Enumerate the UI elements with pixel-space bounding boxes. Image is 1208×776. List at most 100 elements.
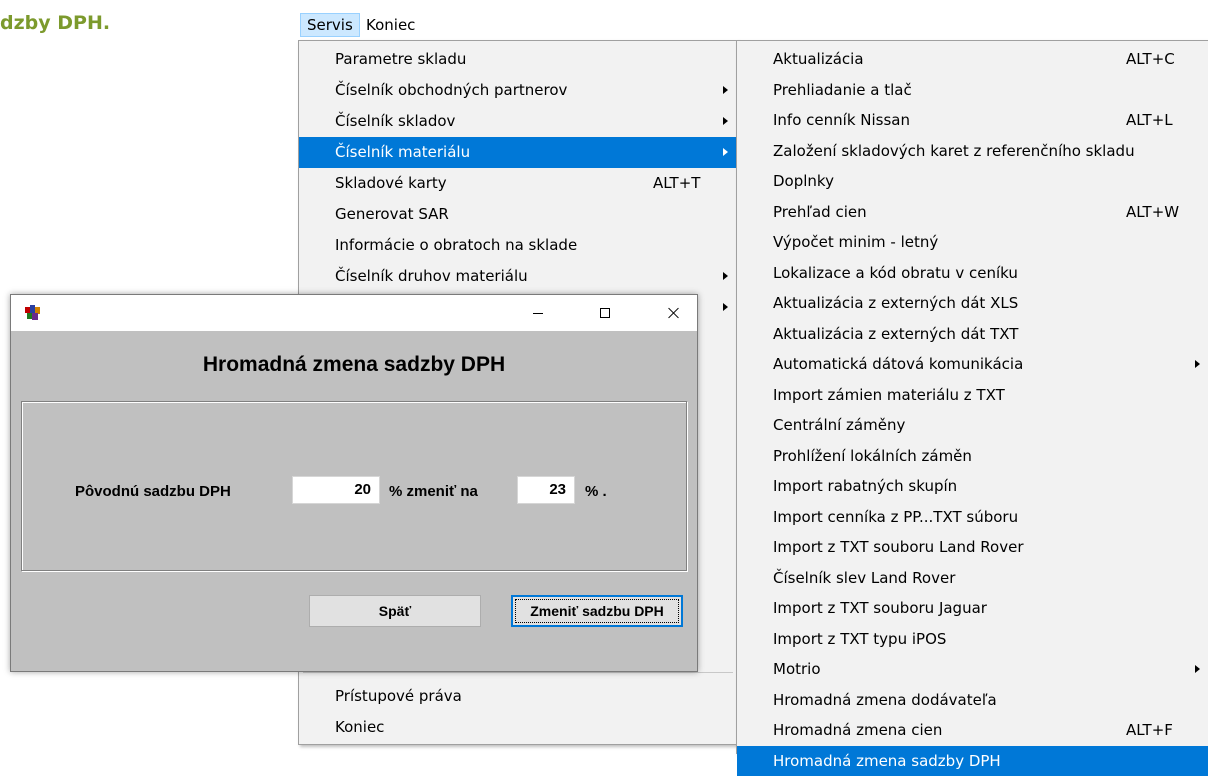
menu-item-label: Aktualizácia z externých dát XLS	[773, 288, 1018, 319]
menu-item-label: Automatická dátová komunikácia	[773, 349, 1023, 380]
menu-item-label: Parametre skladu	[335, 44, 466, 75]
submenu-item-aktualizacia[interactable]: Aktualizácia ALT+C	[737, 44, 1208, 75]
submenu-item-import-zamien-materialu-z-txt[interactable]: Import zámien materiálu z TXT	[737, 380, 1208, 411]
submenu-item-import-z-txt-typu-ipos[interactable]: Import z TXT typu iPOS	[737, 624, 1208, 655]
submenu-item-aktualizacia-z-externych-dat-xls[interactable]: Aktualizácia z externých dát XLS	[737, 288, 1208, 319]
chevron-right-icon	[1195, 665, 1200, 673]
menu-item-label: Lokalizace a kód obratu v ceníku	[773, 258, 1018, 289]
menu-item-label: Info cenník Nissan	[773, 105, 910, 136]
menu-item-label: Koniec	[335, 712, 384, 743]
menu-item-label: Informácie o obratoch na sklade	[335, 230, 577, 261]
menu-item-label: Prohlížení lokálních záměn	[773, 441, 972, 472]
submenu-item-aktualizacia-z-externych-dat-txt[interactable]: Aktualizácia z externých dát TXT	[737, 319, 1208, 350]
menu-item-label: Centrální záměny	[773, 410, 905, 441]
percent-suffix: % .	[585, 483, 607, 500]
submenu-item-hromadna-zmena-sadzby-dph[interactable]: Hromadná zmena sadzby DPH	[737, 746, 1208, 776]
chevron-right-icon	[1195, 360, 1200, 368]
app-icon	[25, 305, 41, 321]
menu-item-label: Skladové karty	[335, 168, 447, 199]
menu-item-label: Motrio	[773, 654, 821, 685]
submenu-item-hromadna-zmena-cien[interactable]: Hromadná zmena cien ALT+F	[737, 715, 1208, 746]
menu-item-label: Prehľad cien	[773, 197, 867, 228]
menu-separator	[303, 672, 733, 673]
menu-item-label: Generovat SAR	[335, 199, 449, 230]
menu-item-shortcut: ALT+C	[1126, 44, 1175, 75]
vat-change-dialog: Hromadná zmena sadzby DPH Pôvodnú sadzbu…	[10, 294, 698, 672]
material-submenu: Aktualizácia ALT+C Prehliadanie a tlačInfo…	[736, 40, 1208, 754]
servis-item-ciselnik-materialu[interactable]: Číselník materiálu	[299, 137, 737, 168]
menu-item-shortcut: ALT+F	[1126, 715, 1173, 746]
submenu-item-prehlad-cien[interactable]: Prehľad cien ALT+W	[737, 197, 1208, 228]
chevron-right-icon	[723, 117, 728, 125]
original-rate-label: Pôvodnú sadzbu DPH	[75, 483, 231, 500]
chevron-right-icon	[723, 272, 728, 280]
menu-item-label: Aktualizácia z externých dát TXT	[773, 319, 1018, 350]
change-vat-button-label: Zmeniť sadzbu DPH	[530, 603, 664, 619]
submenu-item-vypocet-minim-letny[interactable]: Výpočet minim - letný	[737, 227, 1208, 258]
menu-item-label: Výpočet minim - letný	[773, 227, 938, 258]
menu-item-shortcut: ALT+W	[1126, 197, 1179, 228]
servis-item-skladove-karty[interactable]: Skladové karty ALT+T	[299, 168, 737, 199]
original-rate-input[interactable]: 20	[292, 476, 380, 504]
submenu-item-import-cennika-z-pp-txt-suboru[interactable]: Import cenníka z PP...TXT súboru	[737, 502, 1208, 533]
menu-item-label: Import z TXT souboru Land Rover	[773, 532, 1023, 563]
submenu-item-zalozeni-skladovych-karet-z-referencniho-skladu[interactable]: Založení skladových karet z referenčního…	[737, 136, 1208, 167]
menu-item-label: Hromadná zmena cien	[773, 715, 942, 746]
menu-item-label: Import cenníka z PP...TXT súboru	[773, 502, 1018, 533]
servis-item-ciselnik-obchodnych-partnerov[interactable]: Číselník obchodných partnerov	[299, 75, 737, 106]
submenu-item-centralni-zameny[interactable]: Centrální záměny	[737, 410, 1208, 441]
servis-item-pristupove-prava[interactable]: Prístupové práva	[299, 681, 737, 712]
submenu-item-lokalizace-a-kod-obratu-v-ceniku[interactable]: Lokalizace a kód obratu v ceníku	[737, 258, 1208, 289]
menu-item-label: Číselník slev Land Rover	[773, 563, 955, 594]
maximize-icon[interactable]	[583, 295, 629, 331]
chevron-right-icon	[723, 86, 728, 94]
menu-item-label: Číselník materiálu	[335, 137, 470, 168]
back-button[interactable]: Späť	[309, 595, 481, 627]
submenu-item-automaticka-datova-komunikacia[interactable]: Automatická dátová komunikácia	[737, 349, 1208, 380]
menu-item-shortcut: ALT+L	[1126, 105, 1173, 136]
document-title-fragment: dzby DPH.	[0, 12, 110, 34]
submenu-item-import-z-txt-souboru-land-rover[interactable]: Import z TXT souboru Land Rover	[737, 532, 1208, 563]
submenu-item-ciselnik-slev-land-rover[interactable]: Číselník slev Land Rover	[737, 563, 1208, 594]
change-to-label: % zmeniť na	[389, 483, 478, 500]
close-icon[interactable]	[651, 295, 697, 331]
submenu-item-doplnky[interactable]: Doplnky	[737, 166, 1208, 197]
menu-servis[interactable]: Servis	[300, 13, 360, 37]
menu-item-label: Prístupové práva	[335, 681, 462, 712]
chevron-right-icon	[723, 303, 728, 311]
menu-item-label: Hromadná zmena dodávateľa	[773, 685, 997, 716]
menu-item-label: Číselník obchodných partnerov	[335, 75, 567, 106]
submenu-item-motrio[interactable]: Motrio	[737, 654, 1208, 685]
menu-item-label: Hromadná zmena sadzby DPH	[773, 746, 1001, 776]
submenu-item-hromadna-zmena-dodavatela[interactable]: Hromadná zmena dodávateľa	[737, 685, 1208, 716]
menu-item-label: Založení skladových karet z referenčního…	[773, 136, 1135, 167]
servis-item-informacie-o-obratoch-na-sklade[interactable]: Informácie o obratoch na sklade	[299, 230, 737, 261]
change-vat-button[interactable]: Zmeniť sadzbu DPH	[511, 595, 683, 627]
servis-item-ciselnik-druhov-materialu[interactable]: Číselník druhov materiálu	[299, 261, 737, 292]
menu-item-label: Číselník druhov materiálu	[335, 261, 528, 292]
menu-item-label: Import rabatných skupín	[773, 471, 957, 502]
dialog-titlebar	[11, 295, 697, 331]
menu-bar: Servis Koniec	[297, 12, 737, 38]
menu-koniec[interactable]: Koniec	[360, 14, 421, 36]
menu-item-shortcut: ALT+T	[653, 168, 700, 199]
submenu-item-prohlizeni-lokalnich-zamen[interactable]: Prohlížení lokálních záměn	[737, 441, 1208, 472]
menu-item-label: Prehliadanie a tlač	[773, 75, 912, 106]
servis-item-koniec[interactable]: Koniec	[299, 712, 737, 743]
submenu-item-prehliadanie-a-tlac[interactable]: Prehliadanie a tlač	[737, 75, 1208, 106]
servis-item-generovat-sar[interactable]: Generovat SAR	[299, 199, 737, 230]
new-rate-input[interactable]: 23	[517, 476, 575, 504]
servis-item-ciselnik-skladov[interactable]: Číselník skladov	[299, 106, 737, 137]
vat-rate-group: Pôvodnú sadzbu DPH 20 % zmeniť na 23 % .	[21, 401, 687, 571]
servis-item-parametre-skladu[interactable]: Parametre skladu	[299, 44, 737, 75]
chevron-right-icon	[723, 148, 728, 156]
dialog-heading: Hromadná zmena sadzby DPH	[11, 353, 697, 377]
menu-item-label: Import z TXT typu iPOS	[773, 624, 946, 655]
minimize-icon[interactable]	[515, 295, 561, 331]
menu-item-label: Import zámien materiálu z TXT	[773, 380, 1005, 411]
submenu-item-import-z-txt-souboru-jaguar[interactable]: Import z TXT souboru Jaguar	[737, 593, 1208, 624]
submenu-item-info-cennik-nissan[interactable]: Info cenník Nissan ALT+L	[737, 105, 1208, 136]
menu-item-label: Aktualizácia	[773, 44, 864, 75]
menu-item-label: Číselník skladov	[335, 106, 455, 137]
submenu-item-import-rabatnych-skupin[interactable]: Import rabatných skupín	[737, 471, 1208, 502]
